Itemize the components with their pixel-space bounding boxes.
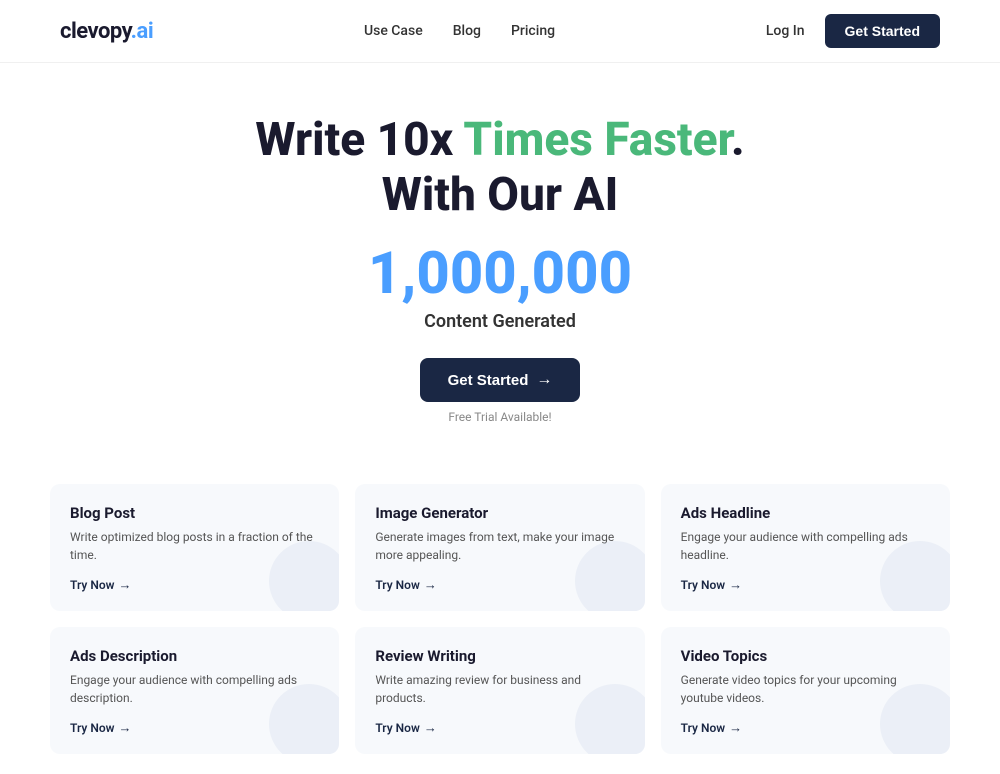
get-started-nav-button[interactable]: Get Started	[825, 14, 940, 48]
hero-cta-wrap: Get Started →	[20, 358, 980, 402]
cards-section: Blog Post Write optimized blog posts in …	[0, 454, 1000, 774]
nav-blog[interactable]: Blog	[453, 23, 481, 39]
hero-highlight: Times Faster	[463, 113, 731, 167]
card-ads-description-link-label: Try Now	[70, 721, 114, 735]
hero-title: Write 10x Times Faster. With Our AI	[20, 113, 980, 223]
navbar: clevopy.ai Use Case Blog Pricing Log In …	[0, 0, 1000, 63]
card-blog-post-desc: Write optimized blog posts in a fraction…	[70, 528, 319, 564]
nav-links: Use Case Blog Pricing	[364, 23, 555, 39]
card-video-topics-link[interactable]: Try Now →	[681, 720, 742, 736]
trial-text: Free Trial Available!	[20, 410, 980, 424]
card-image-generator-link-label: Try Now	[375, 578, 419, 592]
get-started-hero-button[interactable]: Get Started →	[420, 358, 581, 402]
hero-section: Write 10x Times Faster. With Our AI 1,00…	[0, 63, 1000, 454]
card-ads-description-title: Ads Description	[70, 647, 319, 665]
card-video-topics: Video Topics Generate video topics for y…	[661, 627, 950, 754]
card-video-topics-link-label: Try Now	[681, 721, 725, 735]
card-video-topics-title: Video Topics	[681, 647, 930, 665]
card-review-writing-desc: Write amazing review for business and pr…	[375, 671, 624, 707]
hero-count: 1,000,000	[20, 243, 980, 307]
logo: clevopy.ai	[60, 19, 153, 44]
card-ads-description-link[interactable]: Try Now →	[70, 720, 131, 736]
card-ads-headline-link[interactable]: Try Now →	[681, 577, 742, 593]
card-ads-headline-link-label: Try Now	[681, 578, 725, 592]
card-ads-headline-arrow: →	[729, 577, 742, 593]
card-blog-post-title: Blog Post	[70, 504, 319, 522]
hero-subtitle: Content Generated	[20, 311, 980, 332]
card-ads-description-desc: Engage your audience with compelling ads…	[70, 671, 319, 707]
card-review-writing-link-label: Try Now	[375, 721, 419, 735]
card-ads-description-arrow: →	[118, 720, 131, 736]
card-blog-post-arrow: →	[118, 577, 131, 593]
nav-right: Log In Get Started	[766, 14, 940, 48]
login-link[interactable]: Log In	[766, 23, 805, 39]
card-image-generator-link[interactable]: Try Now →	[375, 577, 436, 593]
card-image-generator: Image Generator Generate images from tex…	[355, 484, 644, 611]
get-started-label: Get Started	[448, 372, 529, 389]
card-image-generator-arrow: →	[424, 577, 437, 593]
card-image-generator-desc: Generate images from text, make your ima…	[375, 528, 624, 564]
card-ads-headline-desc: Engage your audience with compelling ads…	[681, 528, 930, 564]
card-blog-post-link-label: Try Now	[70, 578, 114, 592]
card-blog-post: Blog Post Write optimized blog posts in …	[50, 484, 339, 611]
card-blog-post-link[interactable]: Try Now →	[70, 577, 131, 593]
card-review-writing: Review Writing Write amazing review for …	[355, 627, 644, 754]
card-review-writing-title: Review Writing	[375, 647, 624, 665]
get-started-arrow: →	[536, 371, 552, 389]
card-review-writing-arrow: →	[424, 720, 437, 736]
card-ads-headline-title: Ads Headline	[681, 504, 930, 522]
card-review-writing-link[interactable]: Try Now →	[375, 720, 436, 736]
card-image-generator-title: Image Generator	[375, 504, 624, 522]
card-ads-description: Ads Description Engage your audience wit…	[50, 627, 339, 754]
card-ads-headline: Ads Headline Engage your audience with c…	[661, 484, 950, 611]
card-video-topics-arrow: →	[729, 720, 742, 736]
card-video-topics-desc: Generate video topics for your upcoming …	[681, 671, 930, 707]
nav-pricing[interactable]: Pricing	[511, 23, 555, 39]
nav-use-case[interactable]: Use Case	[364, 23, 423, 39]
